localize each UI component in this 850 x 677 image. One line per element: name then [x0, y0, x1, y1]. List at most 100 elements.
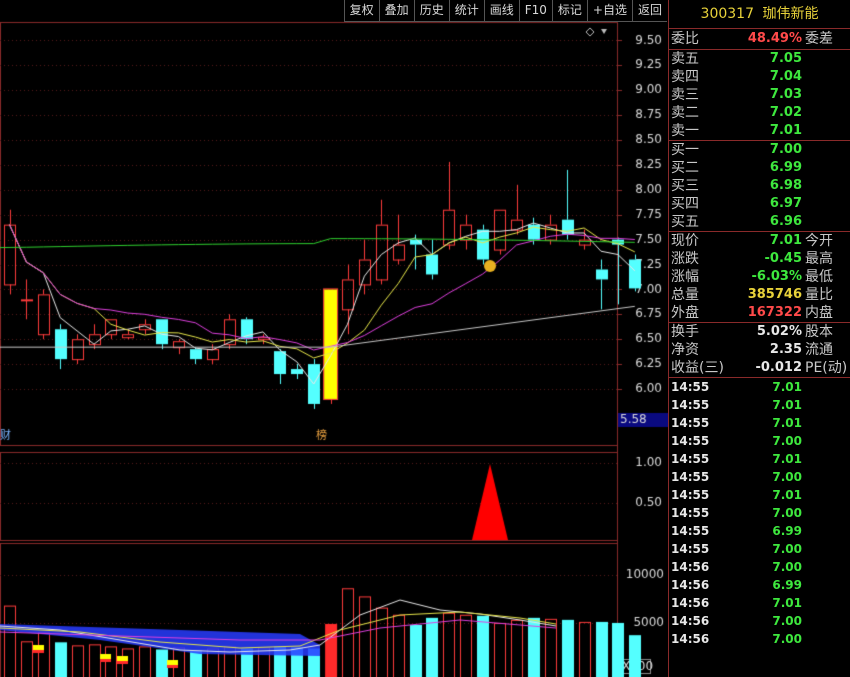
ask-row-label: 卖二 [671, 105, 699, 121]
stat-row-label: 净资 [671, 342, 699, 358]
quote-row-label: 总量 [671, 287, 699, 303]
quote-list: 现价 7.01 今开 涨跌 -0.45 最高 涨幅 -6.03% 最低 总量 385746 量比 外盘 1… [669, 231, 850, 322]
stat-row: 收益(三) -0.012 PE(动) [669, 359, 850, 377]
tick-time: 14:55 [671, 416, 710, 430]
tick-price: 7.00 [772, 632, 802, 646]
tick-time: 14:55 [671, 524, 710, 538]
quote-row-right-label: 今开 [805, 233, 833, 249]
stat-row-value: -0.012 [755, 360, 802, 375]
tick-row: 14:55 7.00 [669, 504, 850, 522]
bid-row-value: 7.00 [769, 142, 802, 157]
tick-time: 14:56 [671, 614, 710, 628]
tick-price: 7.01 [772, 488, 802, 502]
tick-row: 14:55 7.01 [669, 414, 850, 432]
tick-row: 14:55 7.01 [669, 450, 850, 468]
chart-toolbar: 复权 叠加 历史 统计 画线 F10 标记 +自选 返回 [343, 0, 667, 22]
tick-row: 14:55 7.01 [669, 378, 850, 396]
tick-price: 7.01 [772, 452, 802, 466]
bid-row: 买一 7.00 [669, 141, 850, 159]
weicha-label: 委差 [805, 31, 833, 47]
tick-time: 14:55 [671, 542, 710, 556]
stat-row-right-label: 流通 [805, 342, 833, 358]
tick-row: 14:55 7.01 [669, 396, 850, 414]
tick-price: 7.00 [772, 506, 802, 520]
weibi-label: 委比 [671, 31, 699, 47]
bid-row-label: 买四 [671, 196, 699, 212]
toolbar-button-7[interactable]: +自选 [586, 0, 632, 22]
stats-list: 换手 5.02% 股本 净资 2.35 流通 收益(三) -0.012 PE(动) [669, 322, 850, 377]
tick-row: 14:55 7.00 [669, 540, 850, 558]
toolbar-button-2[interactable]: 历史 [413, 0, 449, 22]
tick-price: 6.99 [772, 578, 802, 592]
ask-row: 卖四 7.04 [669, 68, 850, 86]
bid-list: 买一 7.00 买二 6.99 买三 6.98 买四 6.97 买五 6.96 [669, 140, 850, 231]
ask-row-label: 卖三 [671, 87, 699, 103]
stat-row-value: 2.35 [769, 342, 802, 357]
tick-time: 14:55 [671, 488, 710, 502]
toolbar-button-6[interactable]: 标记 [551, 0, 587, 22]
quote-row-right-label: 量比 [805, 287, 833, 303]
tick-row: 14:55 7.00 [669, 432, 850, 450]
bid-row: 买五 6.96 [669, 213, 850, 231]
ask-row-label: 卖四 [671, 69, 699, 85]
stock-code: 300317 [700, 6, 754, 22]
quote-row: 涨幅 -6.03% 最低 [669, 268, 850, 286]
bid-row-label: 买五 [671, 214, 699, 230]
quote-row: 现价 7.01 今开 [669, 232, 850, 250]
tick-time: 14:55 [671, 452, 710, 466]
weibi-row: 委比 48.49% 委差 [669, 29, 850, 49]
tick-time: 14:55 [671, 398, 710, 412]
tick-row: 14:55 7.00 [669, 468, 850, 486]
tick-price: 7.01 [772, 380, 802, 394]
toolbar-button-4[interactable]: 画线 [483, 0, 519, 22]
tick-row: 14:56 7.00 [669, 558, 850, 576]
tick-row: 14:55 7.01 [669, 486, 850, 504]
weibi-value: 48.49% [747, 31, 802, 46]
bid-row-label: 买一 [671, 142, 699, 158]
tick-time: 14:56 [671, 632, 710, 646]
tick-list: 14:55 7.01 14:55 7.01 14:55 7.01 14:55 7.00 14:5… [669, 377, 850, 648]
tick-price: 7.00 [772, 614, 802, 628]
bid-row-label: 买二 [671, 160, 699, 176]
quote-row-value: 385746 [747, 287, 802, 302]
toolbar-button-0[interactable]: 复权 [343, 0, 379, 22]
tick-time: 14:55 [671, 470, 710, 484]
toolbar-button-1[interactable]: 叠加 [378, 0, 414, 22]
toolbar-button-5[interactable]: F10 [518, 0, 552, 22]
bid-row-value: 6.99 [769, 160, 802, 175]
tick-time: 14:55 [671, 434, 710, 448]
stat-row-right-label: PE(动) [805, 360, 848, 376]
ask-row-label: 卖一 [671, 123, 699, 139]
quote-row-label: 外盘 [671, 305, 699, 321]
quote-row-right-label: 最高 [805, 251, 833, 267]
tick-price: 7.00 [772, 470, 802, 484]
bid-row-label: 买三 [671, 178, 699, 194]
tick-price: 7.01 [772, 398, 802, 412]
tick-row: 14:56 7.00 [669, 630, 850, 648]
tick-time: 14:56 [671, 560, 710, 574]
bid-row-value: 6.98 [769, 178, 802, 193]
kline-chart[interactable] [0, 0, 668, 677]
quote-row: 外盘 167322 内盘 [669, 304, 850, 322]
stock-name: 珈伟新能 [762, 6, 819, 22]
toolbar-button-8[interactable]: 返回 [631, 0, 667, 22]
stat-row: 净资 2.35 流通 [669, 341, 850, 359]
ask-row: 卖五 7.05 [669, 50, 850, 68]
tick-time: 14:56 [671, 596, 710, 610]
tick-price: 7.00 [772, 434, 802, 448]
quote-row-right-label: 内盘 [805, 305, 833, 321]
stock-title: 300317 珈伟新能 [669, 0, 850, 29]
tick-price: 6.99 [772, 524, 802, 538]
quote-row-label: 现价 [671, 233, 699, 249]
stat-row-value: 5.02% [756, 324, 802, 339]
ask-row-value: 7.01 [769, 123, 802, 138]
tick-time: 14:55 [671, 506, 710, 520]
quote-row-right-label: 最低 [805, 269, 833, 285]
ask-row: 卖二 7.02 [669, 104, 850, 122]
ask-row-value: 7.04 [769, 69, 802, 84]
quote-row-value: -6.03% [751, 269, 803, 284]
ask-row-value: 7.02 [769, 105, 802, 120]
stat-row-label: 收益(三) [671, 360, 724, 376]
tick-price: 7.00 [772, 560, 802, 574]
toolbar-button-3[interactable]: 统计 [448, 0, 484, 22]
